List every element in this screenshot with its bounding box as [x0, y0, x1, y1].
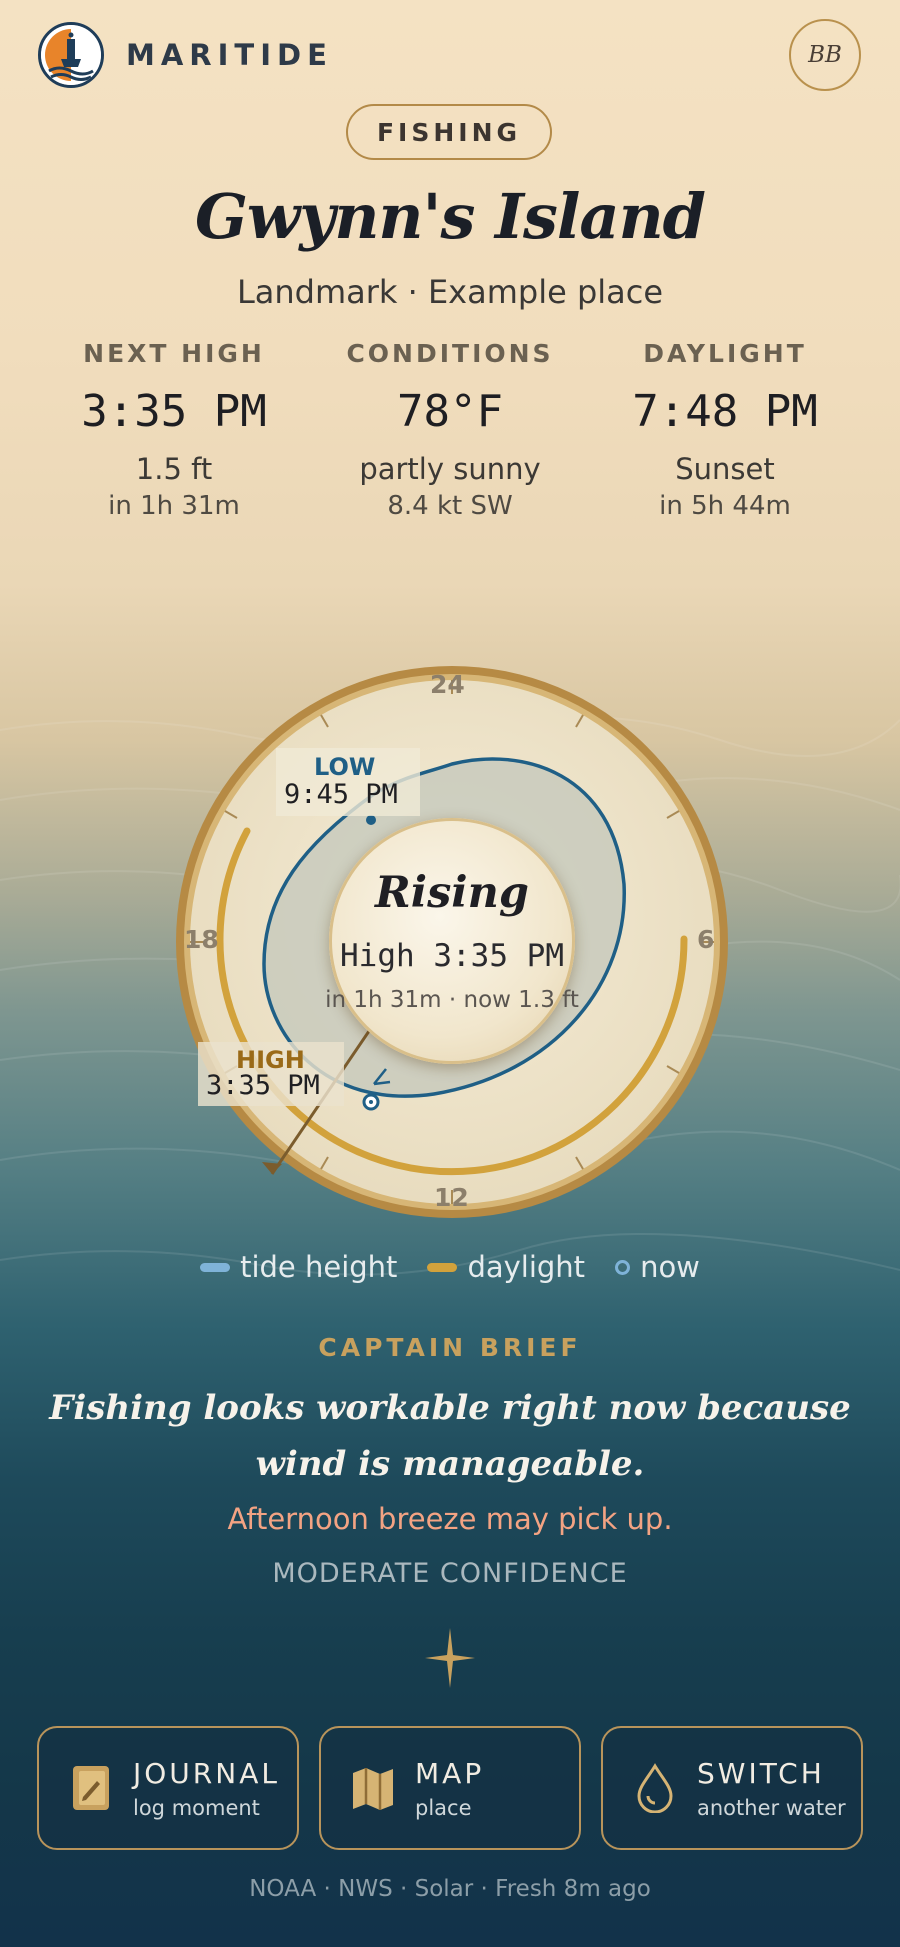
switch-subtitle: another water — [697, 1795, 846, 1820]
stat-value: 3:35 PM — [81, 386, 267, 437]
legend-now: now — [615, 1250, 700, 1284]
brief-text: Fishing looks workable right now because… — [49, 1388, 851, 1484]
stat-label: DAYLIGHT — [643, 339, 807, 368]
legend-label: now — [640, 1250, 700, 1284]
stat-label: CONDITIONS — [346, 339, 554, 368]
location-title: Gwynn's Island — [194, 180, 706, 253]
high-tag-time: 3:35 PM — [206, 1070, 320, 1101]
compass-star-icon — [425, 1628, 475, 1688]
data-sources-footer: NOAA · NWS · Solar · Fresh 8m ago — [249, 1876, 651, 1902]
low-tag-time: 9:45 PM — [284, 779, 398, 810]
legend-daylight: daylight — [427, 1250, 585, 1284]
now-hand-tip-icon — [262, 1162, 282, 1174]
dial-hour-top: 24 — [430, 670, 465, 699]
activity-pill[interactable]: FISHING — [346, 104, 552, 160]
map-button[interactable]: MAP place — [319, 1726, 581, 1850]
stat-detail: Sunset — [675, 452, 775, 486]
brief-confidence: MODERATE CONFIDENCE — [272, 1558, 628, 1589]
legend-label: daylight — [467, 1250, 586, 1284]
now-ring-icon — [615, 1259, 631, 1275]
switch-button[interactable]: SWITCH another water — [601, 1726, 863, 1850]
maritide-logo[interactable] — [38, 22, 104, 88]
tide-swatch — [200, 1262, 231, 1272]
journal-subtitle: log moment — [133, 1795, 260, 1820]
journal-button[interactable]: JOURNAL log moment — [37, 1726, 299, 1850]
daylight-swatch — [427, 1262, 458, 1272]
dial-legend: tide height daylight now — [0, 1250, 900, 1284]
stat-subdetail: 8.4 kt SW — [387, 491, 513, 521]
low-marker — [366, 815, 376, 825]
map-subtitle: place — [415, 1795, 472, 1820]
low-tide-tag: LOW 9:45 PM — [276, 748, 420, 816]
high-tide-tag: HIGH 3:35 PM — [198, 1042, 344, 1106]
location-subtitle: Landmark · Example place — [236, 273, 664, 311]
brief-label: CAPTAIN BRIEF — [318, 1333, 582, 1362]
journal-title: JOURNAL — [133, 1756, 280, 1790]
low-tag-label: LOW — [314, 753, 376, 781]
map-icon — [353, 1768, 393, 1810]
legend-tide: tide height — [200, 1250, 397, 1284]
stat-next-high: NEXT HIGH 3:35 PM 1.5 ft in 1h 31m — [29, 339, 319, 521]
dial-hour-right: 6 — [697, 925, 715, 954]
stat-subdetail: in 5h 44m — [659, 491, 791, 521]
switch-title: SWITCH — [697, 1756, 825, 1790]
next-high-readout: High 3:35 PM — [340, 938, 564, 974]
dial-hour-bottom: 12 — [434, 1183, 469, 1212]
tide-now-detail: in 1h 31m · now 1.3 ft — [325, 987, 579, 1013]
stat-detail: partly sunny — [359, 452, 541, 486]
map-title: MAP — [415, 1756, 485, 1790]
buoy-icon — [41, 25, 101, 85]
user-avatar[interactable]: BB — [789, 19, 861, 91]
stat-subdetail: in 1h 31m — [108, 491, 240, 521]
brief-warning: Afternoon breeze may pick up. — [227, 1502, 673, 1536]
tide-status: Rising — [375, 868, 529, 918]
legend-label: tide height — [240, 1250, 398, 1284]
journal-icon — [73, 1766, 109, 1810]
stat-detail: 1.5 ft — [135, 452, 213, 486]
stat-value: 78°F — [397, 386, 503, 437]
stat-daylight: DAYLIGHT 7:48 PM Sunset in 5h 44m — [580, 339, 870, 521]
stat-label: NEXT HIGH — [83, 339, 265, 368]
water-drop-icon — [637, 1763, 673, 1813]
dial-hour-left: 18 — [184, 925, 219, 954]
stat-value: 7:48 PM — [632, 386, 818, 437]
stat-conditions: CONDITIONS 78°F partly sunny 8.4 kt SW — [305, 339, 595, 521]
app-name: MARITIDE — [126, 38, 333, 72]
